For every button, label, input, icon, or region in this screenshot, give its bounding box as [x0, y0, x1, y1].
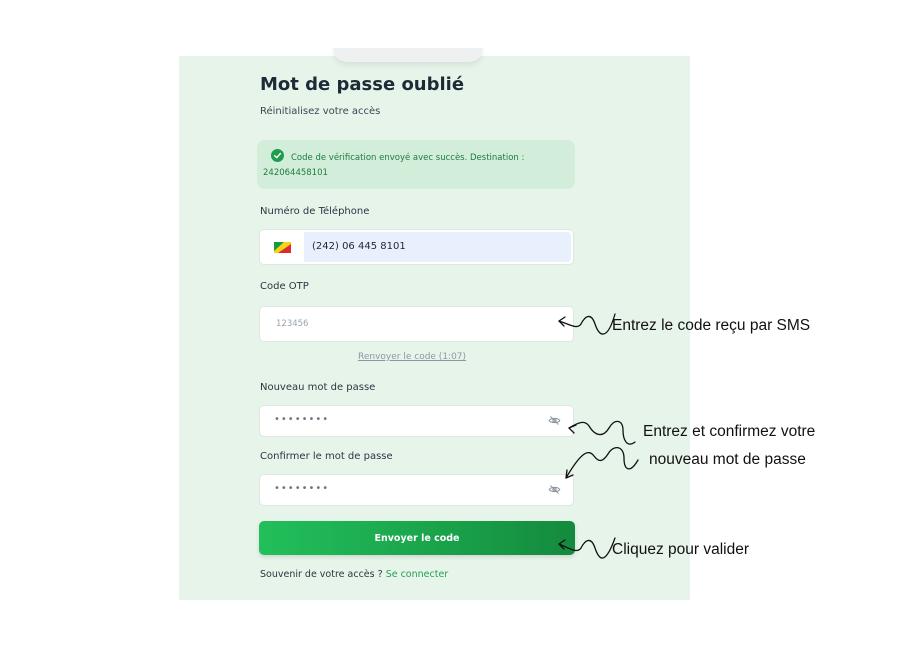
- page-subtitle: Réinitialisez votre accès: [260, 106, 381, 117]
- otp-label: Code OTP: [260, 281, 309, 292]
- phone-label: Numéro de Téléphone: [260, 206, 370, 217]
- confirm-password-value: ••••••••: [274, 483, 330, 494]
- resend-code-link[interactable]: Renvoyer le code (1:07): [358, 352, 466, 362]
- alert-message: Code de vérification envoyé avec succès.…: [263, 153, 525, 178]
- phone-input[interactable]: (242) 06 445 8101: [259, 229, 574, 265]
- password-annotation-line2: nouveau mot de passe: [649, 451, 806, 468]
- eye-off-icon[interactable]: [548, 414, 561, 427]
- new-password-value: ••••••••: [274, 414, 330, 425]
- country-selector[interactable]: [260, 230, 304, 264]
- new-password-label: Nouveau mot de passe: [260, 382, 376, 393]
- congo-flag-icon: [274, 242, 291, 253]
- phone-value: (242) 06 445 8101: [312, 241, 406, 252]
- canvas: Mot de passe oublié Réinitialisez votre …: [0, 0, 906, 652]
- confirm-password-label: Confirmer le mot de passe: [260, 451, 393, 462]
- submit-button[interactable]: Envoyer le code: [259, 521, 575, 555]
- submit-annotation: Cliquez pour valider: [612, 541, 749, 558]
- eye-off-icon[interactable]: [548, 483, 561, 496]
- page-title: Mot de passe oublié: [260, 74, 465, 95]
- password-annotation-arrow-bottom: [565, 447, 639, 479]
- login-prompt-text: Souvenir de votre accès ?: [260, 569, 386, 580]
- login-prompt: Souvenir de votre accès ? Se connecter: [260, 569, 448, 580]
- success-alert: Code de vérification envoyé avec succès.…: [257, 140, 575, 189]
- login-link[interactable]: Se connecter: [386, 569, 449, 580]
- phone-value-area[interactable]: (242) 06 445 8101: [304, 232, 571, 262]
- otp-annotation: Entrez le code reçu par SMS: [612, 317, 811, 334]
- otp-placeholder: 123456: [276, 319, 309, 329]
- panel-top-tab: [333, 48, 483, 62]
- confirm-password-input[interactable]: ••••••••: [259, 474, 574, 506]
- password-annotation-line1: Entrez et confirmez votre: [643, 423, 816, 440]
- otp-input[interactable]: 123456: [259, 306, 574, 342]
- new-password-input[interactable]: ••••••••: [259, 405, 574, 437]
